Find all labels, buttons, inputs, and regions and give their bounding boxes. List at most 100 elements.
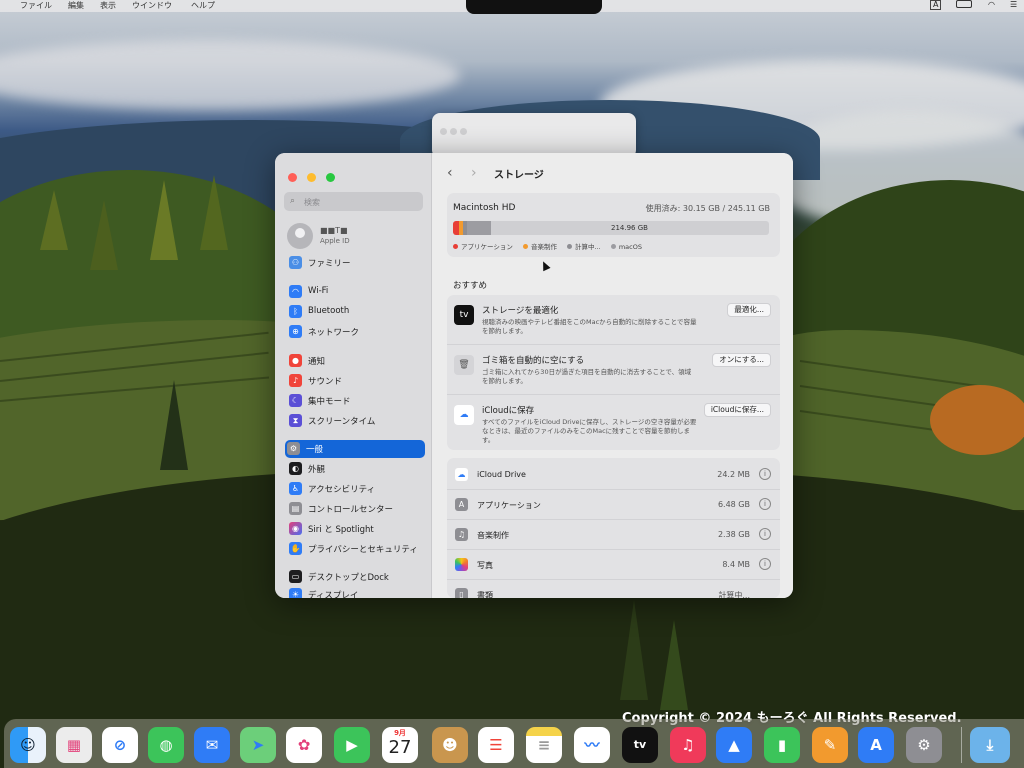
calendar-day: 27 (388, 737, 412, 758)
sidebar-item-label: ファミリー (308, 259, 351, 269)
facetime-icon[interactable]: ▶ (334, 727, 370, 763)
list-item[interactable]: 写真 8.4 MB i (447, 550, 780, 580)
messages-icon[interactable]: ◍ (148, 727, 184, 763)
appletv-app-icon[interactable]: tv (622, 727, 658, 763)
sidebar-item-label: 外観 (308, 465, 326, 475)
storage-usage-bar[interactable]: 214.96 GB (453, 221, 769, 235)
sidebar-item-appearance[interactable]: ◐ 外観 (287, 460, 425, 478)
system-settings-icon[interactable]: ⚙ (906, 727, 942, 763)
icloud-icon: ☁ (454, 405, 474, 425)
battery-icon[interactable] (956, 0, 972, 8)
turn-on-button[interactable]: オンにする... (712, 353, 771, 367)
music-creation-icon: ♫ (455, 528, 468, 541)
sidebar-item-label: Wi-Fi (308, 286, 329, 296)
sidebar-item-screentime[interactable]: ⧗ スクリーンタイム (287, 412, 425, 430)
legend-dot-calculating (567, 244, 573, 249)
sidebar-item-focus[interactable]: ☾ 集中モード (287, 392, 425, 410)
sidebar-item-notifications[interactable]: ● 通知 (287, 352, 425, 370)
downloads-folder-icon[interactable]: ⤓ (970, 727, 1010, 763)
reminders-icon[interactable]: ☰ (478, 727, 514, 763)
list-item[interactable]: ▯ 書類 計算中... (447, 580, 780, 598)
sidebar-item-control-center[interactable]: ▤ コントロールセンター (287, 500, 425, 518)
sidebar-item-label: 通知 (308, 357, 326, 367)
sidebar-item-general[interactable]: ⚙ 一般 (285, 440, 425, 458)
sidebar-item-label: 集中モード (308, 397, 351, 407)
minimize-button[interactable] (307, 173, 317, 182)
bluetooth-icon: ᛒ (289, 305, 302, 318)
wifi-icon: ◠ (289, 285, 302, 298)
finder-icon[interactable]: ☺ (10, 727, 46, 763)
screentime-icon: ⧗ (289, 414, 302, 427)
input-method-icon[interactable]: A (930, 0, 942, 10)
numbers-icon[interactable]: ▮ (764, 727, 800, 763)
safari-icon[interactable]: ⊘ (102, 727, 138, 763)
maps-icon[interactable]: ➤ (240, 727, 276, 763)
background-window[interactable] (432, 113, 636, 158)
info-icon[interactable]: i (759, 468, 771, 480)
family-icon: ⚇ (289, 256, 302, 269)
icloud-drive-icon: ☁ (455, 468, 468, 481)
menu-help[interactable]: ヘルプ (191, 0, 215, 11)
list-item[interactable]: ♫ 音楽制作 2.38 GB i (447, 520, 780, 550)
sidebar-item-family[interactable]: ⚇ ファミリー (287, 254, 425, 272)
freeform-icon[interactable]: 〰 (574, 727, 610, 763)
free-space-label: 214.96 GB (611, 224, 648, 232)
close-button[interactable] (288, 173, 297, 182)
documents-icon: ▯ (455, 588, 468, 598)
keynote-icon[interactable]: ▲ (716, 727, 752, 763)
contacts-icon[interactable]: ☻ (432, 727, 468, 763)
category-name: アプリケーション (477, 501, 541, 510)
sidebar-item-accessibility[interactable]: ♿ アクセシビリティ (287, 480, 425, 498)
sidebar-item-network[interactable]: ⊕ ネットワーク (287, 323, 425, 341)
sidebar-item-label: 一般 (306, 445, 324, 455)
siri-icon: ◉ (289, 522, 302, 535)
search-input[interactable]: ⌕ 検索 (284, 192, 423, 211)
privacy-icon: ✋ (289, 542, 302, 555)
info-icon[interactable]: i (759, 558, 771, 570)
sidebar-item-siri[interactable]: ◉ Siri と Spotlight (287, 520, 425, 538)
forward-button[interactable]: › (471, 165, 477, 181)
sidebar-item-bluetooth[interactable]: ᛒ Bluetooth (287, 303, 425, 321)
back-button[interactable]: ‹ (447, 165, 453, 181)
wifi-status-icon[interactable]: ◠ (988, 0, 995, 9)
legend-macos: macOS (618, 243, 642, 251)
sidebar-item-label: デスクトップとDock (308, 573, 389, 583)
optimize-button[interactable]: 最適化... (727, 303, 771, 317)
recommendation-title: ゴミ箱を自動的に空にする (482, 356, 585, 366)
window-controls (288, 167, 340, 186)
sidebar-item-wifi[interactable]: ◠ Wi-Fi (287, 283, 425, 301)
mail-icon[interactable]: ✉ (194, 727, 230, 763)
zoom-button[interactable] (326, 173, 336, 182)
menu-edit[interactable]: 編集 (68, 0, 84, 11)
music-icon[interactable]: ♫ (670, 727, 706, 763)
sidebar-item-display[interactable]: ☀ ディスプレイ (287, 586, 425, 598)
recommendation-description: 視聴済みの映画やテレビ番組をこのMacから自動的に削除することで容量を節約します… (482, 318, 697, 335)
control-center-menu-icon[interactable]: ☰ (1010, 0, 1017, 9)
calendar-icon[interactable]: 9月 27 (382, 727, 418, 763)
launchpad-icon[interactable]: ▦ (56, 727, 92, 763)
info-icon[interactable]: i (759, 498, 771, 510)
category-name: 書類 (477, 591, 493, 598)
app-store-icon[interactable]: A (858, 727, 894, 763)
appearance-icon: ◐ (289, 462, 302, 475)
bar-segment-macos (467, 221, 491, 235)
search-placeholder: 検索 (304, 198, 320, 207)
category-name: 写真 (477, 561, 493, 570)
sidebar-item-sound[interactable]: ♪ サウンド (287, 372, 425, 390)
sidebar-item-label: Siri と Spotlight (308, 525, 374, 535)
menu-window[interactable]: ウインドウ (132, 0, 172, 11)
dock-separator (961, 727, 962, 763)
save-to-icloud-button[interactable]: iCloudに保存... (703, 403, 771, 417)
sidebar-item-desktop-dock[interactable]: ▭ デスクトップとDock (287, 568, 425, 586)
list-item[interactable]: ☁ iCloud Drive 24.2 MB i (447, 460, 780, 490)
system-settings-window: ⌕ 検索 ■■T■ Apple ID ⚇ ファミリー ◠ Wi-Fi ᛒ Blu… (275, 153, 793, 598)
pages-icon[interactable]: ✎ (812, 727, 848, 763)
sidebar-item-privacy[interactable]: ✋ プライバシーとセキュリティ (287, 540, 425, 558)
list-item[interactable]: A アプリケーション 6.48 GB i (447, 490, 780, 520)
photos-app-icon[interactable]: ✿ (286, 727, 322, 763)
menu-file[interactable]: ファイル (20, 0, 52, 11)
sidebar-item-label: Bluetooth (308, 306, 350, 316)
menu-view[interactable]: 表示 (100, 0, 116, 11)
info-icon[interactable]: i (759, 528, 771, 540)
notes-icon[interactable]: ≡ (526, 727, 562, 763)
